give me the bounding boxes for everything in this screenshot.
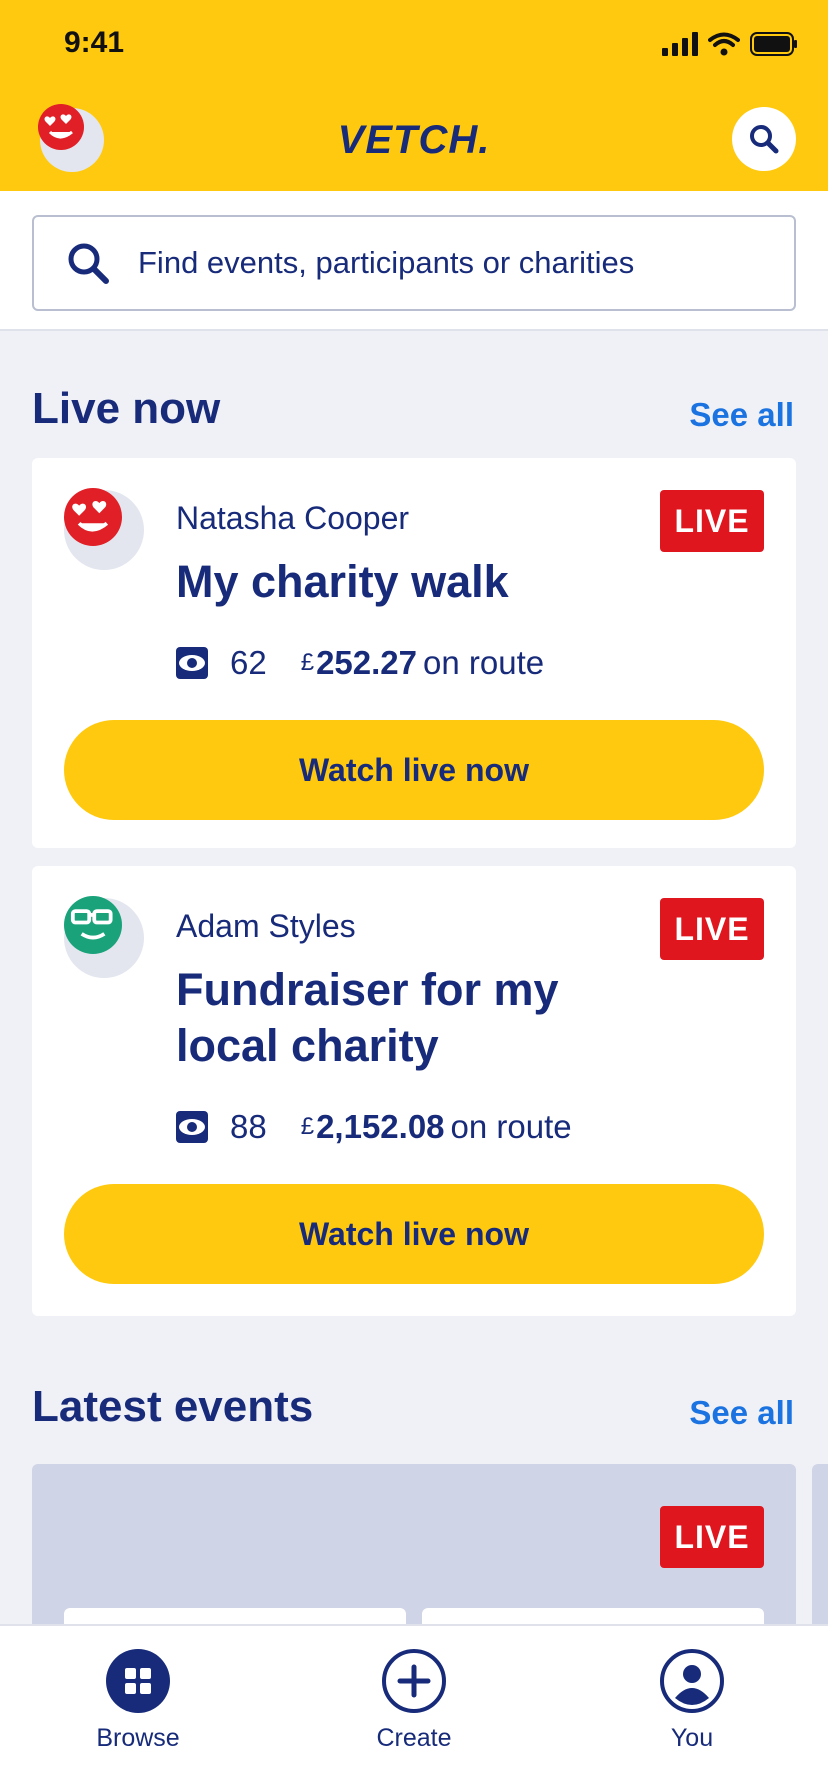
live-badge: LIVE [660,1506,764,1568]
event-title[interactable]: Fundraiser for my local charity [176,962,636,1074]
tab-bar: Browse Create You [0,1624,828,1792]
search-input[interactable] [138,245,738,281]
wifi-icon [708,32,740,56]
search-icon [750,125,779,154]
live-card[interactable]: Natasha Cooper My charity walk LIVE 62 £… [32,458,796,848]
tab-create[interactable]: Create [334,1648,494,1753]
watch-live-button[interactable]: Watch live now [64,720,764,820]
live-now-see-all-link[interactable]: See all [689,396,794,434]
latest-events-see-all-link[interactable]: See all [689,1394,794,1432]
search-box[interactable] [32,215,796,311]
tab-label: Browse [96,1724,180,1752]
live-badge: LIVE [660,490,764,552]
status-time: 9:41 [64,26,125,59]
participant-name[interactable]: Natasha Cooper [176,500,409,537]
search-icon [68,243,109,284]
event-stats: 62 £ 252.27 on route [176,644,544,682]
event-title[interactable]: My charity walk [176,554,636,610]
amount-suffix: on route [423,644,545,681]
amount-raised: 2,152.08 [316,1108,445,1145]
avatar [64,896,144,978]
status-icons [662,32,798,56]
live-badge: LIVE [660,898,764,960]
grid-icon [106,1649,170,1713]
header-search-button[interactable] [732,107,796,171]
tab-you[interactable]: You [612,1648,772,1753]
amount-raised: 252.27 [316,644,418,681]
currency-symbol: £ [300,649,315,676]
tab-label: You [670,1724,714,1752]
tab-label: Create [376,1724,452,1752]
eye-icon [176,647,208,679]
amount-suffix: on route [450,1108,572,1145]
search-section [0,191,828,331]
watch-live-button[interactable]: Watch live now [64,1184,764,1284]
battery-icon [750,32,797,56]
plus-circle-icon [382,1649,446,1713]
live-now-heading: Live now [32,384,221,433]
emoji-heart-eyes-icon [64,488,122,546]
event-stats: 88 £ 2,152.08 on route [176,1108,572,1146]
emoji-glasses-icon [64,896,122,954]
signal-icon [662,32,698,56]
live-card[interactable]: Adam Styles Fundraiser for my local char… [32,866,796,1316]
avatar [64,488,144,570]
viewer-count: 88 [230,1108,267,1145]
viewer-count: 62 [230,644,267,681]
participant-name[interactable]: Adam Styles [176,908,356,945]
eye-icon [176,1111,208,1143]
currency-symbol: £ [300,1113,315,1140]
brand-logo: VETCH. [337,118,491,162]
tab-browse[interactable]: Browse [58,1648,218,1753]
user-icon [660,1649,724,1713]
top-bar: 9:41 VETCH. [0,0,828,191]
latest-events-heading: Latest events [32,1382,314,1431]
